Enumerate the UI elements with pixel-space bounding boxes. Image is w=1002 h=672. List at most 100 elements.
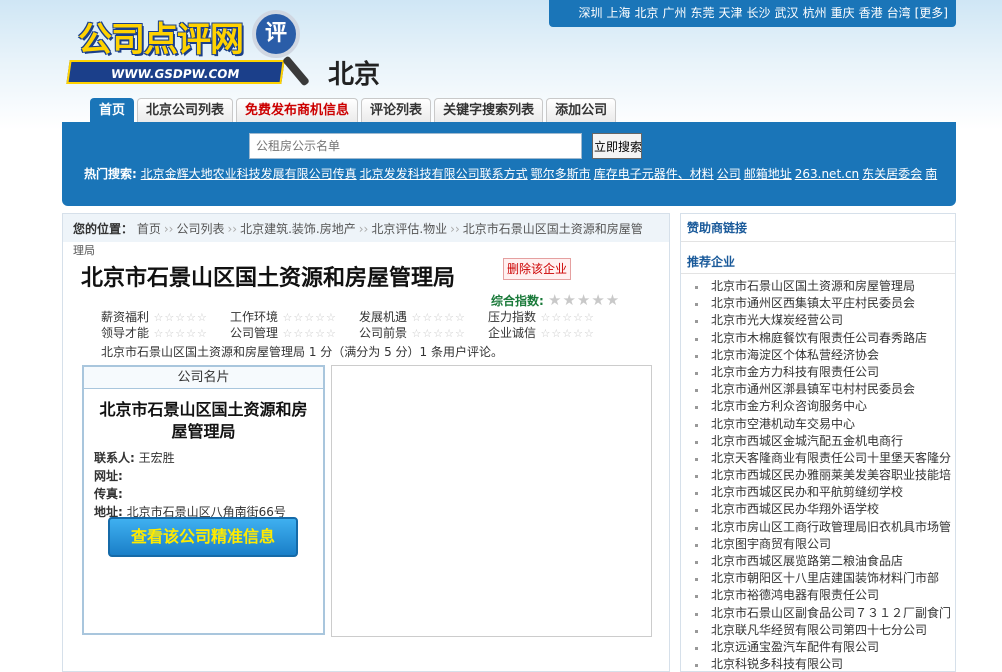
recommend-item[interactable]: 北京市西城区民办和平航剪缝纫学校 <box>681 484 955 501</box>
hot-search-link[interactable]: 公司 <box>717 167 741 181</box>
star-rating-icon: ☆☆☆☆☆ <box>536 311 595 324</box>
recommend-item[interactable]: 北京科锐多科技有限公司 <box>681 656 955 672</box>
recommend-item-label: 北京市空港机动车交易中心 <box>711 416 856 431</box>
search-input[interactable] <box>249 133 582 159</box>
website-label: 网址: <box>94 469 123 483</box>
contact-label: 联系人: <box>94 451 135 465</box>
site-logo[interactable]: 公司点评网 WWW.GSDPW.COM 评 <box>64 10 319 90</box>
hot-search-link[interactable]: 库存电子元器件、材料 <box>594 167 714 181</box>
main-content: 您的位置： 首页 ›› 公司列表 ›› 北京建筑.装饰.房地产 ›› 北京评估.物业 ›› 北京… <box>62 213 670 672</box>
tab-item[interactable]: 免费发布商机信息 <box>236 98 359 124</box>
recommend-item-label: 北京图宇商贸有限公司 <box>711 536 832 551</box>
star-rating-icon: ☆☆☆☆☆ <box>407 327 466 340</box>
hot-search-link[interactable]: 鄂尔多斯市 <box>531 167 591 181</box>
recommend-item[interactable]: 北京市金方利众咨询服务中心 <box>681 398 955 415</box>
recommend-item[interactable]: 北京市石景山区副食品公司７３１２厂副食门 <box>681 605 955 622</box>
hot-search-link[interactable]: 263.net.cn <box>795 167 859 181</box>
city-link[interactable]: 深圳 <box>578 6 602 20</box>
breadcrumb-item[interactable]: 首页 <box>137 222 161 236</box>
recommend-item[interactable]: 北京市西城区展览路第二粮油食品店 <box>681 553 955 570</box>
recommend-item[interactable]: 北京市木棉庭餐饮有限责任公司春秀路店 <box>681 330 955 347</box>
breadcrumb-separator-icon: ›› <box>450 222 460 236</box>
breadcrumb-separator-icon: ›› <box>227 222 238 236</box>
logo-url: WWW.GSDPW.COM <box>66 60 285 84</box>
city-link[interactable]: 杭州 <box>803 6 827 20</box>
recommend-item[interactable]: 北京市石景山区国土资源和房屋管理局 <box>681 278 955 295</box>
tab-item[interactable]: 评论列表 <box>361 98 432 124</box>
recommend-item-label: 北京市石景山区国土资源和房屋管理局 <box>711 279 916 293</box>
rating-item: 薪资福利 ☆☆☆☆☆ <box>101 309 230 325</box>
city-link[interactable]: 台湾 <box>887 6 911 20</box>
breadcrumb-separator-icon: ›› <box>358 222 369 236</box>
recommend-item[interactable]: 北京市裕德鸿电器有限责任公司 <box>681 587 955 604</box>
star-rating-icon: ☆☆☆☆☆ <box>278 327 337 340</box>
breadcrumb-item[interactable]: 北京建筑.装饰.房地产 <box>240 222 356 236</box>
recommend-item-label: 北京联凡华经贸有限公司第四十七分公司 <box>711 622 928 637</box>
recommend-item[interactable]: 北京天客隆商业有限责任公司十里堡天客隆分 <box>681 450 955 467</box>
recommend-item[interactable]: 北京远通宝盈汽车配件有限公司 <box>681 639 955 656</box>
recommend-item[interactable]: 北京市西城区民办雅丽莱美发美容职业技能培 <box>681 467 955 484</box>
card-website: 网址: <box>94 467 323 485</box>
page-title: 北京市石景山区国土资源和房屋管理局 <box>81 266 456 291</box>
recommend-item[interactable]: 北京市西城区金城汽配五金机电商行 <box>681 433 955 450</box>
hot-search-link[interactable]: 北京发发科技有限公司联系方式 <box>360 167 528 181</box>
city-link[interactable]: 武汉 <box>775 6 799 20</box>
city-link[interactable]: 上海 <box>606 6 630 20</box>
recommend-item-label: 北京市木棉庭餐饮有限责任公司春秀路店 <box>711 330 928 345</box>
breadcrumb-item[interactable]: 公司列表 <box>176 222 224 236</box>
hot-search-link[interactable]: 东关居委会 <box>862 167 922 181</box>
breadcrumb-item[interactable]: 北京市石景山区国土资源和房屋管 <box>463 222 643 236</box>
fax-label: 传真: <box>94 487 123 501</box>
recommend-item-label: 北京市西城区展览路第二粮油食品店 <box>711 554 904 568</box>
hot-search-link[interactable]: 邮箱地址 <box>744 167 792 181</box>
recommend-item[interactable]: 北京市空港机动车交易中心 <box>681 416 955 433</box>
city-link[interactable]: 天津 <box>719 6 743 20</box>
recommend-item-label: 北京市西城区民办华翔外语学校 <box>711 502 880 517</box>
recommend-item-label: 北京市石景山区副食品公司７３１２厂副食门 <box>711 605 952 620</box>
breadcrumb: 您的位置： 首页 ›› 公司列表 ›› 北京建筑.装饰.房地产 ›› 北京评估.物业 ›› 北京… <box>63 214 669 242</box>
rating-row: 薪资福利 ☆☆☆☆☆ 工作环境 ☆☆☆☆☆ 发展机遇 ☆☆☆☆☆ 压力指数 ☆☆☆☆☆ <box>101 309 617 325</box>
recommend-item-label: 北京市朝阳区十八里店建国装饰材料门市部 <box>711 571 940 586</box>
view-company-info-button[interactable]: 查看该公司精准信息 <box>108 517 298 557</box>
city-link[interactable]: [更多] <box>915 6 948 20</box>
rating-label: 薪资福利 <box>101 310 150 324</box>
recommend-item[interactable]: 北京市金方力科技有限责任公司 <box>681 364 955 381</box>
recommend-item[interactable]: 北京市西城区民办华翔外语学校 <box>681 501 955 518</box>
recommend-item-label: 北京市光大煤炭经营公司 <box>711 313 844 328</box>
star-rating-icon: ☆☆☆☆☆ <box>536 327 595 340</box>
breadcrumb-item[interactable]: 北京评估.物业 <box>371 222 447 236</box>
delete-company-button[interactable]: 删除该企业 <box>503 258 572 280</box>
magnifier-handle <box>282 55 310 87</box>
recommend-item-label: 北京市金方利众咨询服务中心 <box>711 399 868 414</box>
city-link[interactable]: 重庆 <box>831 6 855 20</box>
recommend-item[interactable]: 北京市房山区工商行政管理局旧衣机具市场管 <box>681 519 955 536</box>
rating-item: 压力指数 ☆☆☆☆☆ <box>488 309 617 325</box>
hot-search-link[interactable]: 南 <box>925 167 937 181</box>
city-link[interactable]: 香港 <box>859 6 883 20</box>
recommend-item[interactable]: 北京市通州区西集镇太平庄村民委员会 <box>681 295 955 312</box>
rating-label: 领导才能 <box>101 326 150 340</box>
city-link[interactable]: 长沙 <box>747 6 771 20</box>
recommend-item[interactable]: 北京图宇商贸有限公司 <box>681 536 955 553</box>
star-rating-icon: ☆☆☆☆☆ <box>149 327 208 340</box>
main-tabs: 首页 北京公司列表 免费发布商机信息 评论列表 关键字搜索列表 添加公司 <box>90 98 619 124</box>
tab-item[interactable]: 关键字搜索列表 <box>434 98 544 124</box>
city-nav-bar: 深圳 上海 北京 广州 东莞 天津 长沙 武汉 杭州 重庆 香港 台湾 [更多] <box>549 0 956 27</box>
recommend-item[interactable]: 北京市通州区漷县镇军屯村村民委员会 <box>681 381 955 398</box>
hot-search-link[interactable]: 北京金辉大地农业科技发展有限公司传真 <box>141 167 357 181</box>
recommend-item[interactable]: 北京市海淀区个体私营经济协会 <box>681 347 955 364</box>
recommend-item-label: 北京市裕德鸿电器有限责任公司 <box>711 588 880 603</box>
breadcrumb-label: 您的位置： <box>73 222 134 236</box>
star-rating-icon: ☆☆☆☆☆ <box>149 311 208 324</box>
tab-item[interactable]: 北京公司列表 <box>137 98 234 124</box>
recommend-item[interactable]: 北京联凡华经贸有限公司第四十七分公司 <box>681 622 955 639</box>
city-link[interactable]: 北京 <box>634 6 658 20</box>
search-button[interactable]: 立即搜索 <box>592 133 642 159</box>
rating-item: 公司管理 ☆☆☆☆☆ <box>230 325 359 341</box>
city-link[interactable]: 东莞 <box>691 6 715 20</box>
city-link[interactable]: 广州 <box>662 6 686 20</box>
tab-item[interactable]: 首页 <box>90 98 135 124</box>
tab-item[interactable]: 添加公司 <box>546 98 617 124</box>
recommend-item[interactable]: 北京市光大煤炭经营公司 <box>681 312 955 329</box>
recommend-item[interactable]: 北京市朝阳区十八里店建国装饰材料门市部 <box>681 570 955 587</box>
